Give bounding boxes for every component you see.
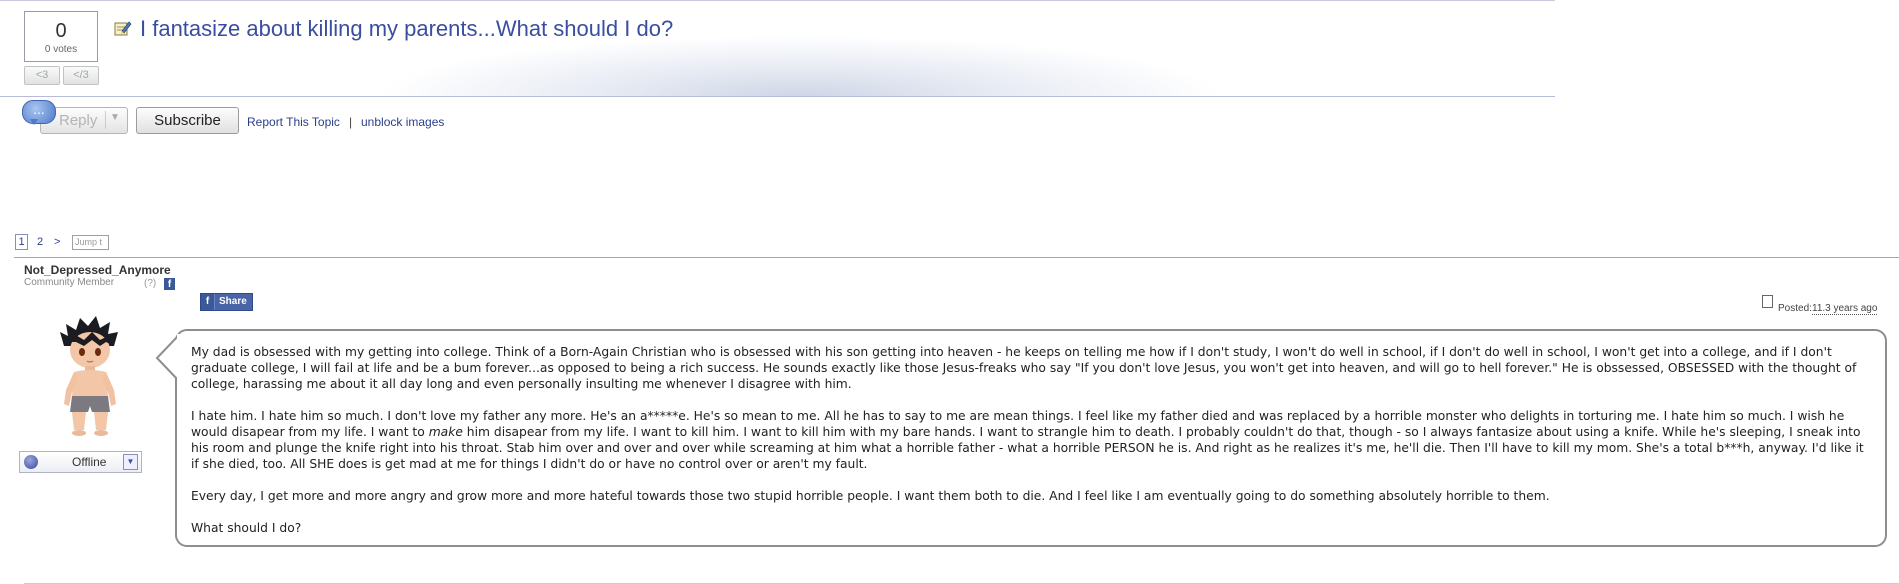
reply-divider xyxy=(105,111,106,129)
post-emphasis: make xyxy=(428,425,463,439)
page-current: 1 xyxy=(15,234,28,250)
topic-title[interactable]: I fantasize about killing my parents...W… xyxy=(140,16,673,42)
subscribe-button[interactable]: Subscribe xyxy=(136,107,239,134)
user-avatar[interactable] xyxy=(50,312,130,440)
share-label: Share xyxy=(219,296,247,307)
pencil-note-icon xyxy=(114,21,132,36)
post-paragraph: I hate him. I hate him so much. I don't … xyxy=(191,408,1871,472)
post-paragraph: My dad is obsessed with my getting into … xyxy=(191,345,1857,391)
report-topic-link[interactable]: Report This Topic xyxy=(247,115,340,129)
vote-box: 0 0 votes xyxy=(24,11,98,62)
unlove-button[interactable]: </3 xyxy=(63,66,99,85)
document-icon xyxy=(1762,295,1773,308)
jump-to-page-input[interactable]: Jump t xyxy=(72,235,109,250)
reply-button-label: Reply xyxy=(59,112,98,129)
status-globe-icon xyxy=(24,455,38,469)
facebook-share-icon: f xyxy=(201,294,215,310)
status-label: Offline xyxy=(72,455,107,469)
post-top-divider xyxy=(14,257,1899,258)
action-separator: | xyxy=(349,115,353,129)
page-next-link[interactable]: > xyxy=(54,236,60,248)
chat-bubble-tail xyxy=(30,119,38,125)
help-icon[interactable]: (?) xyxy=(144,278,156,289)
chevron-down-icon[interactable]: ▼ xyxy=(123,454,138,470)
posted-label: Posted: xyxy=(1778,303,1812,314)
user-rank: Community Member xyxy=(24,277,115,288)
post-paragraph: What should I do? xyxy=(191,521,302,535)
page-link-2[interactable]: 2 xyxy=(37,236,43,248)
post-bubble-tail xyxy=(155,334,180,382)
chat-bubble-icon[interactable]: ... xyxy=(22,100,56,124)
vote-count-label: 0 votes xyxy=(44,44,78,55)
unblock-images-link[interactable]: unblock images xyxy=(361,115,444,129)
love-button[interactable]: <3 xyxy=(24,66,60,85)
post-paragraph: Every day, I get more and more angry and… xyxy=(191,489,1550,503)
post-username[interactable]: Not_Depressed_Anymore xyxy=(24,263,171,277)
post-body: My dad is obsessed with my getting into … xyxy=(191,344,1871,552)
facebook-icon[interactable]: f xyxy=(164,278,175,290)
facebook-share-button[interactable]: f Share xyxy=(200,293,253,311)
vote-count: 0 xyxy=(55,20,67,42)
posted-time[interactable]: 11.3 years ago xyxy=(1812,303,1878,315)
header-bottom-divider xyxy=(0,96,1555,97)
chevron-down-icon[interactable]: ▼ xyxy=(110,112,120,123)
user-status-dropdown[interactable]: Offline ▼ xyxy=(19,451,142,473)
